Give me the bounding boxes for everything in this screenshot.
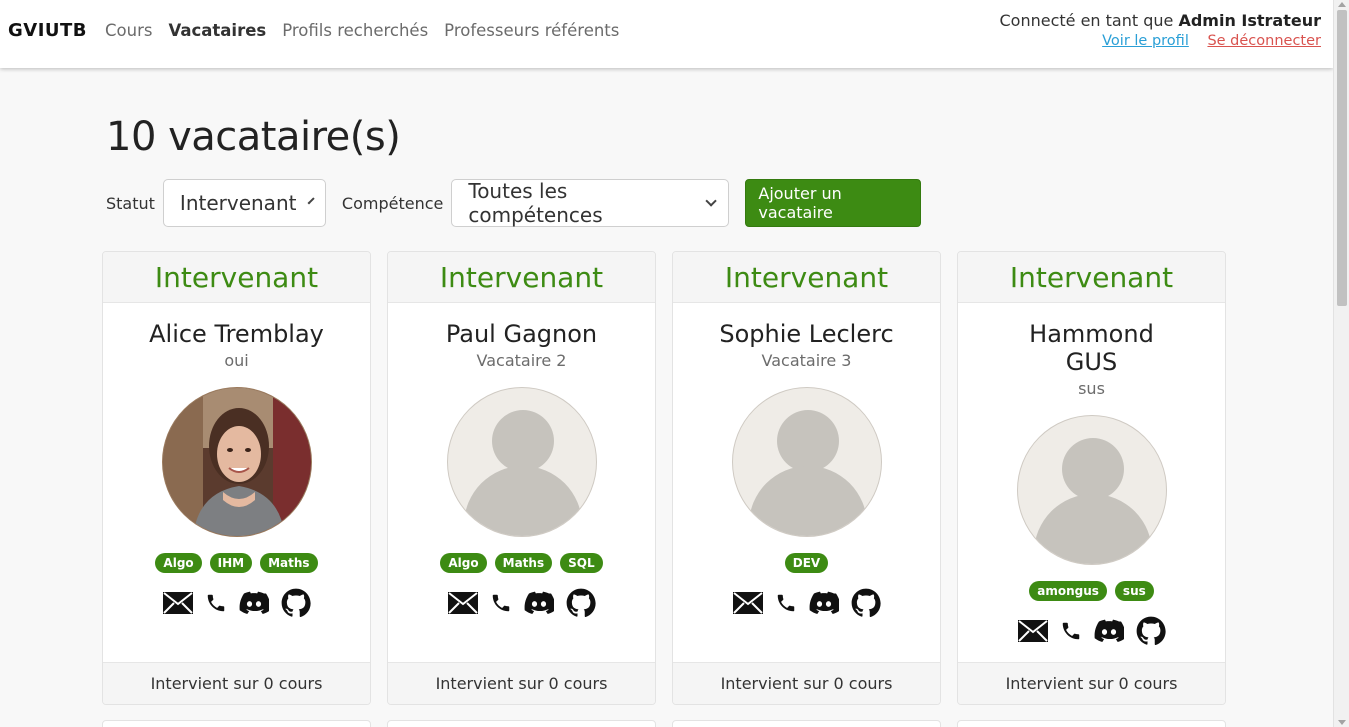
- statut-select[interactable]: Intervenant: [162, 179, 326, 227]
- envelope-icon[interactable]: [1017, 620, 1048, 642]
- vacataire-subtitle: sus: [1078, 379, 1105, 398]
- skill-badge: sus: [1114, 581, 1154, 601]
- skill-badges: Algo IHM Maths: [103, 553, 370, 573]
- card-status: Intervenant: [103, 252, 370, 303]
- discord-icon[interactable]: [239, 591, 269, 615]
- card-status: Intervenant: [958, 252, 1225, 303]
- nav-link-cours[interactable]: Cours: [105, 21, 152, 40]
- user-name: Admin Istrateur: [1178, 11, 1321, 30]
- card-footer: Intervient sur 0 cours: [673, 662, 940, 704]
- skill-badges: DEV: [673, 553, 940, 573]
- chevron-down-icon: [705, 195, 717, 207]
- card-status: Intervenant: [388, 252, 655, 303]
- top-navbar: GVIUTB Cours Vacataires Profils recherch…: [0, 0, 1333, 68]
- vacataire-card: Intervenant Sophie Leclerc Vacataire 3 D…: [672, 251, 941, 705]
- vacataire-name[interactable]: Alice Tremblay: [103, 320, 370, 348]
- page-scrollbar[interactable]: [1333, 0, 1349, 727]
- vacataire-card: Intervenant Paul Gagnon Vacataire 2 Algo…: [387, 251, 656, 705]
- vacataire-name-line1: Hammond: [1029, 320, 1154, 348]
- avatar-photo: [161, 387, 312, 537]
- default-avatar-icon: [731, 387, 882, 537]
- contact-icons: [673, 588, 940, 618]
- skill-badge: Algo: [440, 553, 487, 573]
- discord-icon[interactable]: [524, 591, 554, 615]
- card-footer: Intervient sur 0 cours: [103, 662, 370, 704]
- envelope-icon[interactable]: [447, 592, 478, 614]
- vacataire-name[interactable]: Sophie Leclerc: [673, 320, 940, 348]
- phone-icon[interactable]: [205, 592, 227, 614]
- skill-badge: Algo: [155, 553, 202, 573]
- card-status: Intervenant: [673, 252, 940, 303]
- nav-link-vacataires[interactable]: Vacataires: [168, 21, 266, 40]
- envelope-icon[interactable]: [732, 592, 763, 614]
- chevron-down-icon: [308, 197, 316, 205]
- filters-bar: Statut Intervenant Compétence Toutes les…: [106, 179, 922, 227]
- vacataire-subtitle: oui: [224, 351, 249, 370]
- phone-icon[interactable]: [1060, 620, 1082, 642]
- vacataire-card-partial: [957, 720, 1226, 727]
- competence-select-value: Toutes les compétences: [468, 179, 603, 227]
- envelope-icon[interactable]: [162, 592, 193, 614]
- phone-icon[interactable]: [775, 592, 797, 614]
- card-footer: Intervient sur 0 cours: [388, 662, 655, 704]
- github-icon[interactable]: [566, 588, 596, 618]
- logout-link[interactable]: Se déconnecter: [1207, 33, 1321, 49]
- scroll-thumb[interactable]: [1337, 10, 1347, 306]
- page-title: 10 vacataire(s): [106, 114, 401, 160]
- default-avatar-icon: [1016, 415, 1167, 565]
- vacataire-card: Intervenant Alice Tremblay oui Algo IHM …: [102, 251, 371, 705]
- github-icon[interactable]: [1136, 616, 1166, 646]
- connected-prefix: Connecté en tant que: [999, 11, 1174, 30]
- nav-links: Cours Vacataires Profils recherchés Prof…: [105, 21, 619, 40]
- vacataire-subtitle: Vacataire 2: [476, 351, 567, 370]
- vacataire-card-partial: [102, 720, 371, 727]
- competence-label: Compétence: [341, 193, 444, 213]
- vacataire-card-partial: [672, 720, 941, 727]
- github-icon[interactable]: [851, 588, 881, 618]
- phone-icon[interactable]: [490, 592, 512, 614]
- nav-link-professeurs-referents[interactable]: Professeurs référents: [444, 21, 619, 40]
- statut-select-value: Intervenant: [179, 191, 297, 215]
- statut-label: Statut: [106, 193, 155, 213]
- github-icon[interactable]: [281, 588, 311, 618]
- user-links: Voir le profil Se déconnecter: [999, 33, 1321, 49]
- connected-as-text: Connecté en tant que Admin Istrateur: [999, 11, 1321, 30]
- user-area: Connecté en tant que Admin Istrateur Voi…: [999, 11, 1321, 49]
- nav-link-profils-recherches[interactable]: Profils recherchés: [282, 21, 428, 40]
- contact-icons: [103, 588, 370, 618]
- skill-badge: amongus: [1029, 581, 1107, 601]
- portrait-photo-image: [162, 388, 311, 536]
- contact-icons: [388, 588, 655, 618]
- add-vacataire-button[interactable]: Ajouter un vacataire: [745, 179, 922, 227]
- vacataire-card-partial: [387, 720, 656, 727]
- view-profile-link[interactable]: Voir le profil: [1102, 33, 1189, 49]
- skill-badges: Algo Maths SQL: [388, 553, 655, 573]
- skill-badge: IHM: [209, 553, 253, 573]
- competence-select[interactable]: Toutes les compétences: [451, 179, 730, 227]
- discord-icon[interactable]: [809, 591, 839, 615]
- skill-badge: Maths: [494, 553, 553, 573]
- skill-badges: amongus sus: [958, 581, 1225, 601]
- vacataire-card: Intervenant Hammond GUS sus amongus sus …: [957, 251, 1226, 705]
- brand-logo[interactable]: GVIUTB: [8, 20, 87, 41]
- scroll-up-arrow-icon[interactable]: [1338, 2, 1346, 7]
- card-footer: Intervient sur 0 cours: [958, 662, 1225, 704]
- skill-badge: DEV: [784, 553, 829, 573]
- skill-badge: Maths: [260, 553, 318, 573]
- vacataire-name-line2: GUS: [1065, 348, 1118, 376]
- discord-icon[interactable]: [1094, 619, 1124, 643]
- scroll-down-arrow-icon[interactable]: [1338, 720, 1346, 725]
- skill-badge: SQL: [560, 553, 603, 573]
- vacataire-name[interactable]: Hammond GUS: [958, 320, 1225, 376]
- vacataire-subtitle: Vacataire 3: [761, 351, 852, 370]
- vacataire-name[interactable]: Paul Gagnon: [388, 320, 655, 348]
- default-avatar-icon: [446, 387, 597, 537]
- contact-icons: [958, 616, 1225, 646]
